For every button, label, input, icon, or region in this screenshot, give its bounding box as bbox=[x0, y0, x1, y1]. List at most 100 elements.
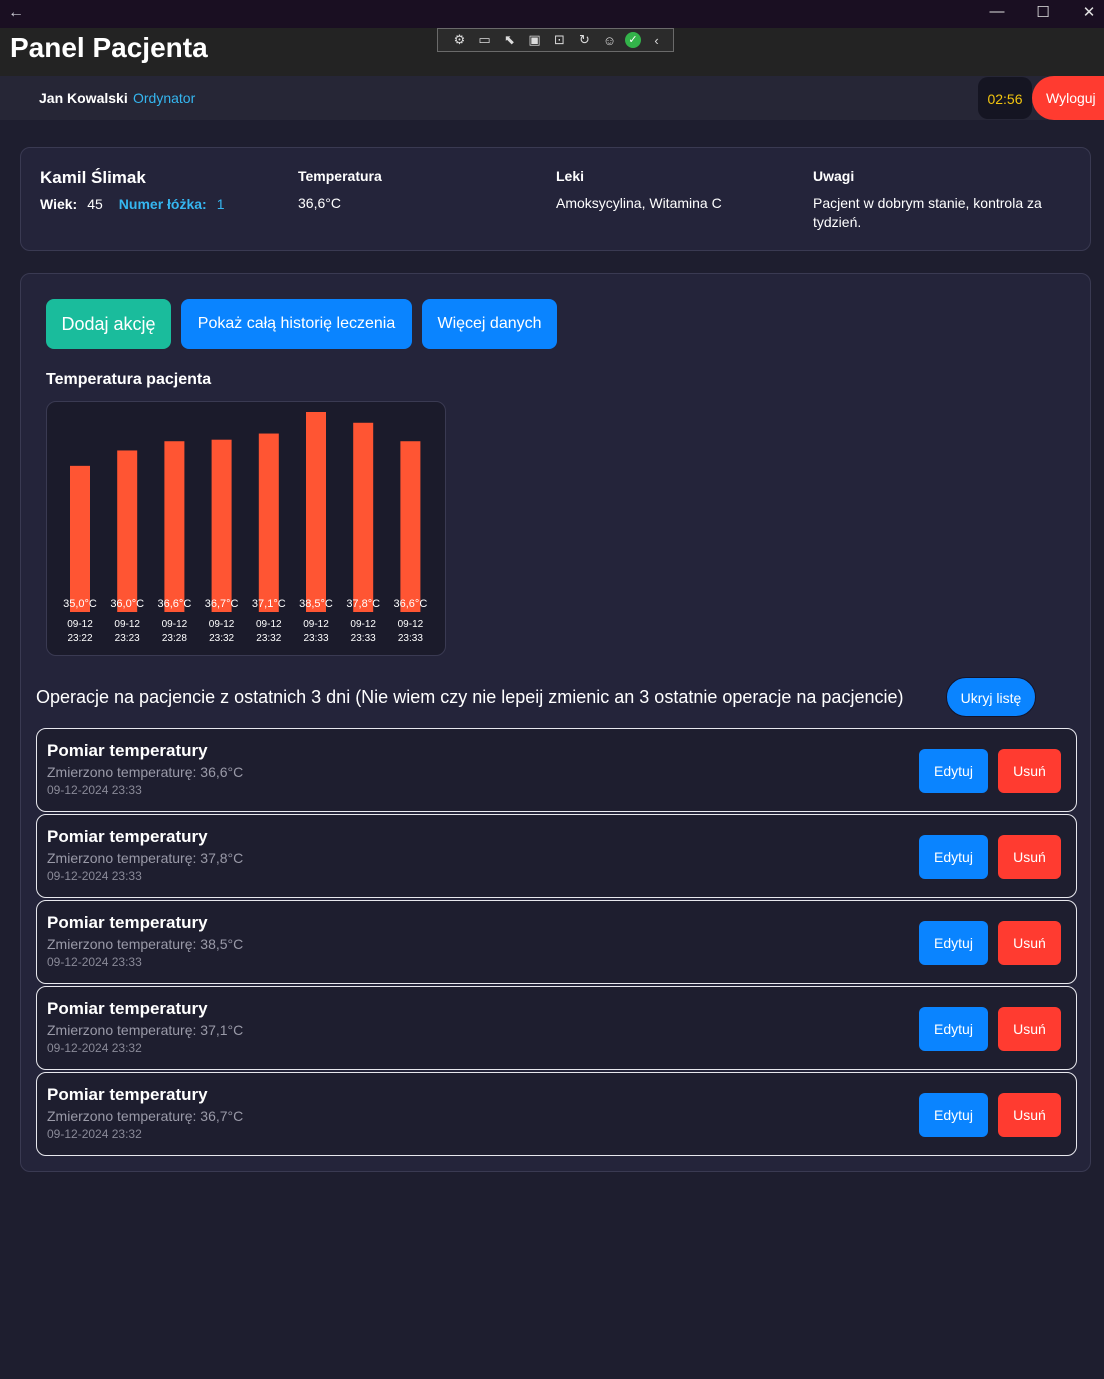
operation-description: Zmierzono temperaturę: 38,5°C bbox=[47, 936, 244, 952]
temperature-bar bbox=[306, 412, 326, 612]
x-tick-label: 09-12 bbox=[162, 619, 188, 630]
display-layout-icon[interactable]: ⊡ bbox=[550, 32, 569, 48]
maximize-icon[interactable]: ☐ bbox=[1028, 3, 1058, 21]
chevron-left-icon[interactable]: ‹ bbox=[647, 33, 666, 48]
operation-title: Pomiar temperatury bbox=[47, 1085, 208, 1104]
meds-value: Amoksycylina, Witamina C bbox=[556, 195, 722, 211]
x-tick-label: 23:33 bbox=[351, 633, 376, 644]
bar-value-label: 35,0°C bbox=[63, 598, 97, 610]
accessibility-icon[interactable]: ☺ bbox=[600, 33, 619, 48]
operation-date: 09-12-2024 23:33 bbox=[47, 955, 142, 969]
operation-card: Pomiar temperatury Zmierzono temperaturę:… bbox=[36, 986, 1077, 1070]
bed-label: Numer łóżka: bbox=[118, 196, 207, 212]
temperature-bar bbox=[400, 441, 421, 612]
operation-description: Zmierzono temperaturę: 36,7°C bbox=[47, 1108, 244, 1124]
temperature-bar bbox=[70, 465, 90, 612]
page-title: Panel Pacjenta bbox=[10, 32, 208, 63]
delete-button[interactable]: Usuń bbox=[998, 1007, 1061, 1051]
temperature-value: 36,6°C bbox=[298, 195, 341, 211]
window-titlebar: ← — ☐ ✕ bbox=[0, 0, 1104, 28]
bed-value: 1 bbox=[216, 196, 225, 212]
edit-button[interactable]: Edytuj bbox=[919, 921, 988, 965]
operation-date: 09-12-2024 23:32 bbox=[47, 1041, 142, 1055]
main-panel: Dodaj akcję Pokaż całą historię leczenia… bbox=[20, 273, 1091, 1172]
check-icon[interactable]: ✓ bbox=[625, 32, 641, 48]
delete-button[interactable]: Usuń bbox=[998, 835, 1061, 879]
meds-label: Leki bbox=[556, 168, 585, 184]
notes-label: Uwagi bbox=[813, 168, 855, 184]
x-tick-label: 09-12 bbox=[350, 619, 376, 630]
show-history-button[interactable]: Pokaż całą historię leczenia bbox=[181, 299, 412, 349]
delete-button[interactable]: Usuń bbox=[998, 749, 1061, 793]
operation-card: Pomiar temperatury Zmierzono temperaturę:… bbox=[36, 900, 1077, 984]
x-tick-label: 23:32 bbox=[209, 633, 234, 644]
age-label: Wiek: bbox=[40, 196, 78, 212]
x-tick-label: 23:23 bbox=[115, 633, 140, 644]
x-tick-label: 09-12 bbox=[256, 619, 282, 630]
logout-button[interactable]: Wyloguj bbox=[1032, 76, 1104, 120]
operation-date: 09-12-2024 23:32 bbox=[47, 1127, 142, 1141]
notes-value: Pacjent w dobrym stanie, kontrola za tyd… bbox=[813, 195, 1042, 230]
operation-title: Pomiar temperatury bbox=[47, 741, 208, 760]
operation-card: Pomiar temperatury Zmierzono temperaturę:… bbox=[36, 814, 1077, 898]
operation-date: 09-12-2024 23:33 bbox=[47, 869, 142, 883]
bar-value-label: 36,7°C bbox=[205, 598, 239, 610]
edit-button[interactable]: Edytuj bbox=[919, 1093, 988, 1137]
x-tick-label: 23:33 bbox=[303, 633, 328, 644]
temperature-label: Temperatura bbox=[298, 168, 382, 184]
meds-section: Leki Amoksycylina, Witamina C bbox=[556, 168, 722, 213]
hide-list-button[interactable]: Ukryj listę bbox=[946, 677, 1036, 717]
chart-title: Temperatura pacjenta bbox=[46, 371, 212, 388]
app-settings-icon[interactable]: ⚙ bbox=[450, 32, 469, 48]
operation-title: Pomiar temperatury bbox=[47, 913, 208, 932]
layout-bounds-icon[interactable]: ▣ bbox=[525, 32, 544, 48]
arrow-left-icon[interactable]: ← bbox=[8, 4, 24, 22]
devtools-toolbar: ⚙ ▭ ⬉ ▣ ⊡ ↻ ☺ ✓ ‹ bbox=[437, 28, 674, 52]
operations-title: Operacje na pacjencie z ostatnich 3 dni … bbox=[36, 687, 904, 707]
operation-title: Pomiar temperatury bbox=[47, 999, 208, 1018]
operation-description: Zmierzono temperaturę: 37,8°C bbox=[47, 850, 244, 866]
x-tick-label: 23:32 bbox=[256, 633, 281, 644]
x-tick-label: 23:33 bbox=[398, 633, 423, 644]
temperature-chart: 35,0°C 09-12 23:22 36,0°C 09-12 23:23 36,6°C 09… bbox=[46, 401, 446, 656]
temperature-bar bbox=[117, 450, 138, 612]
operation-date: 09-12-2024 23:33 bbox=[47, 783, 142, 797]
edit-button[interactable]: Edytuj bbox=[919, 749, 988, 793]
user-bar: Jan Kowalski Ordynator bbox=[0, 76, 1104, 120]
temperature-bar bbox=[164, 441, 185, 612]
more-data-button[interactable]: Więcej danych bbox=[422, 299, 557, 349]
delete-button[interactable]: Usuń bbox=[998, 921, 1061, 965]
x-tick-label: 09-12 bbox=[114, 619, 140, 630]
select-element-icon[interactable]: ⬉ bbox=[500, 32, 519, 48]
temperature-bar bbox=[258, 433, 279, 612]
bar-value-label: 38,5°C bbox=[299, 598, 333, 610]
patient-details: Wiek: 45 Numer łóżka: 1 bbox=[40, 196, 225, 212]
delete-button[interactable]: Usuń bbox=[998, 1093, 1061, 1137]
x-tick-label: 09-12 bbox=[303, 619, 329, 630]
user-role: Ordynator bbox=[133, 90, 196, 106]
operation-title: Pomiar temperatury bbox=[47, 827, 208, 846]
x-tick-label: 09-12 bbox=[209, 619, 235, 630]
close-icon[interactable]: ✕ bbox=[1074, 3, 1104, 21]
temperature-bar bbox=[353, 422, 374, 612]
patient-name: Kamil Ślimak bbox=[40, 168, 146, 187]
edit-button[interactable]: Edytuj bbox=[919, 835, 988, 879]
bar-value-label: 36,0°C bbox=[110, 598, 144, 610]
x-tick-label: 09-12 bbox=[398, 619, 424, 630]
bar-value-label: 37,1°C bbox=[252, 598, 286, 610]
operation-description: Zmierzono temperaturę: 37,1°C bbox=[47, 1022, 244, 1038]
temperature-chart-svg: 35,0°C 09-12 23:22 36,0°C 09-12 23:23 36,6°C 09… bbox=[63, 412, 428, 644]
operation-card: Pomiar temperatury Zmierzono temperaturę:… bbox=[36, 728, 1077, 812]
add-action-button[interactable]: Dodaj akcję bbox=[46, 299, 171, 349]
bar-value-label: 37,8°C bbox=[346, 598, 380, 610]
user-name: Jan Kowalski bbox=[39, 90, 128, 106]
video-icon[interactable]: ▭ bbox=[475, 32, 494, 48]
x-tick-label: 23:22 bbox=[67, 633, 92, 644]
minimize-icon[interactable]: — bbox=[982, 3, 1012, 20]
edit-button[interactable]: Edytuj bbox=[919, 1007, 988, 1051]
operation-card: Pomiar temperatury Zmierzono temperaturę:… bbox=[36, 1072, 1077, 1156]
bar-value-label: 36,6°C bbox=[394, 598, 428, 610]
age-value: 45 bbox=[87, 196, 103, 212]
x-tick-label: 23:28 bbox=[162, 633, 187, 644]
hot-reload-icon[interactable]: ↻ bbox=[575, 32, 594, 48]
